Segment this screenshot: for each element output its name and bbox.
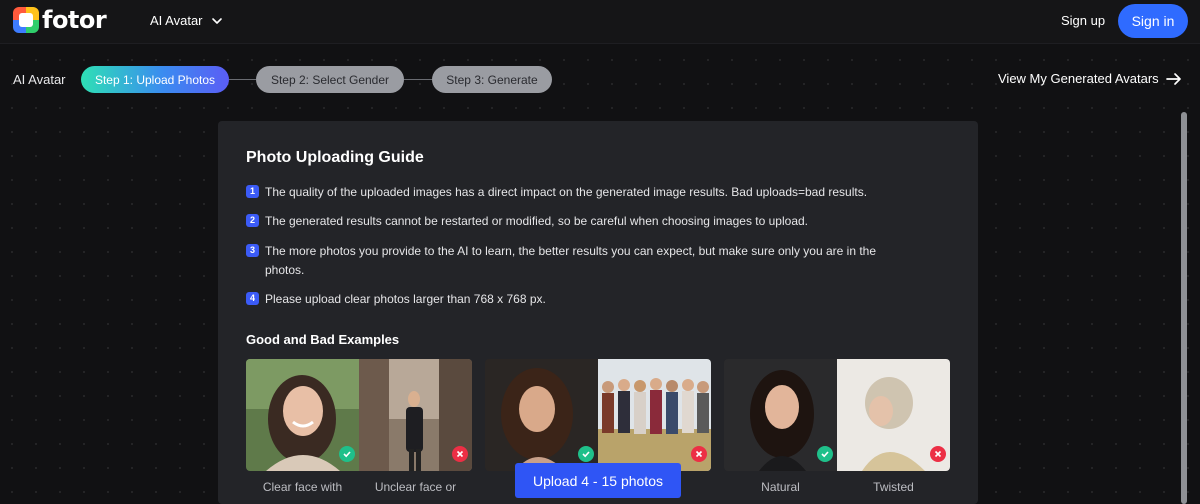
- guide-text: The generated results cannot be restarte…: [265, 214, 808, 228]
- guide-text: Please upload clear photos larger than 7…: [265, 292, 546, 306]
- view-generated-avatars-label: View My Generated Avatars: [998, 71, 1159, 86]
- example-pair-clear-face: [246, 359, 472, 471]
- step-upload-photos[interactable]: Step 1: Upload Photos: [81, 66, 229, 93]
- guide-number-badge: 2: [246, 214, 259, 227]
- ai-avatar-dropdown-label: AI Avatar: [150, 13, 203, 28]
- fotor-logo[interactable]: fotor: [13, 6, 107, 34]
- guide-text: The quality of the uploaded images has a…: [265, 185, 868, 199]
- bad-example-photo: [359, 359, 472, 471]
- step-generate[interactable]: Step 3: Generate: [432, 66, 552, 93]
- examples-title: Good and Bad Examples: [246, 332, 400, 347]
- section-label: AI Avatar: [13, 72, 66, 87]
- logo-text: fotor: [42, 6, 107, 34]
- good-check-icon: [578, 446, 594, 462]
- top-navigation-bar: fotor AI Avatar Sign up Sign in: [0, 0, 1200, 44]
- good-check-icon: [817, 446, 833, 462]
- guide-text: The more photos you provide to the AI to…: [265, 244, 877, 277]
- fotor-logo-icon: [13, 7, 39, 33]
- bad-cross-icon: [930, 446, 946, 462]
- bad-cross-icon: [452, 446, 468, 462]
- good-example-photo: [246, 359, 359, 471]
- bad-cross-icon: [691, 446, 707, 462]
- good-check-icon: [339, 446, 355, 462]
- good-example-photo: [724, 359, 837, 471]
- photo-uploading-guide-card: Photo Uploading Guide 1 The quality of t…: [218, 121, 978, 504]
- bad-example-photo: [837, 359, 950, 471]
- arrow-right-icon: [1165, 72, 1181, 85]
- example-pair-single-person: [485, 359, 711, 471]
- good-example-photo: [485, 359, 598, 471]
- example-caption: Unclear face or: [374, 480, 457, 494]
- sign-up-link[interactable]: Sign up: [1061, 13, 1105, 28]
- sign-in-button[interactable]: Sign in: [1118, 4, 1188, 38]
- guide-number-badge: 3: [246, 244, 259, 257]
- step-select-gender[interactable]: Step 2: Select Gender: [256, 66, 404, 93]
- step-connector: [229, 79, 256, 80]
- example-caption: Natural: [761, 480, 800, 494]
- bad-example-photo: [598, 359, 711, 471]
- guide-title: Photo Uploading Guide: [246, 149, 424, 166]
- example-caption: Clear face with: [262, 480, 343, 494]
- guide-number-badge: 4: [246, 292, 259, 305]
- upload-photos-button[interactable]: Upload 4 - 15 photos: [515, 463, 681, 498]
- example-pair-natural: [724, 359, 950, 471]
- example-caption: Twisted: [873, 480, 914, 494]
- ai-avatar-dropdown[interactable]: AI Avatar: [150, 13, 223, 28]
- page-scrollbar[interactable]: [1181, 112, 1187, 504]
- view-generated-avatars-link[interactable]: View My Generated Avatars: [998, 71, 1182, 86]
- guide-number-badge: 1: [246, 185, 259, 198]
- step-connector: [404, 79, 432, 80]
- chevron-down-icon: [211, 17, 222, 24]
